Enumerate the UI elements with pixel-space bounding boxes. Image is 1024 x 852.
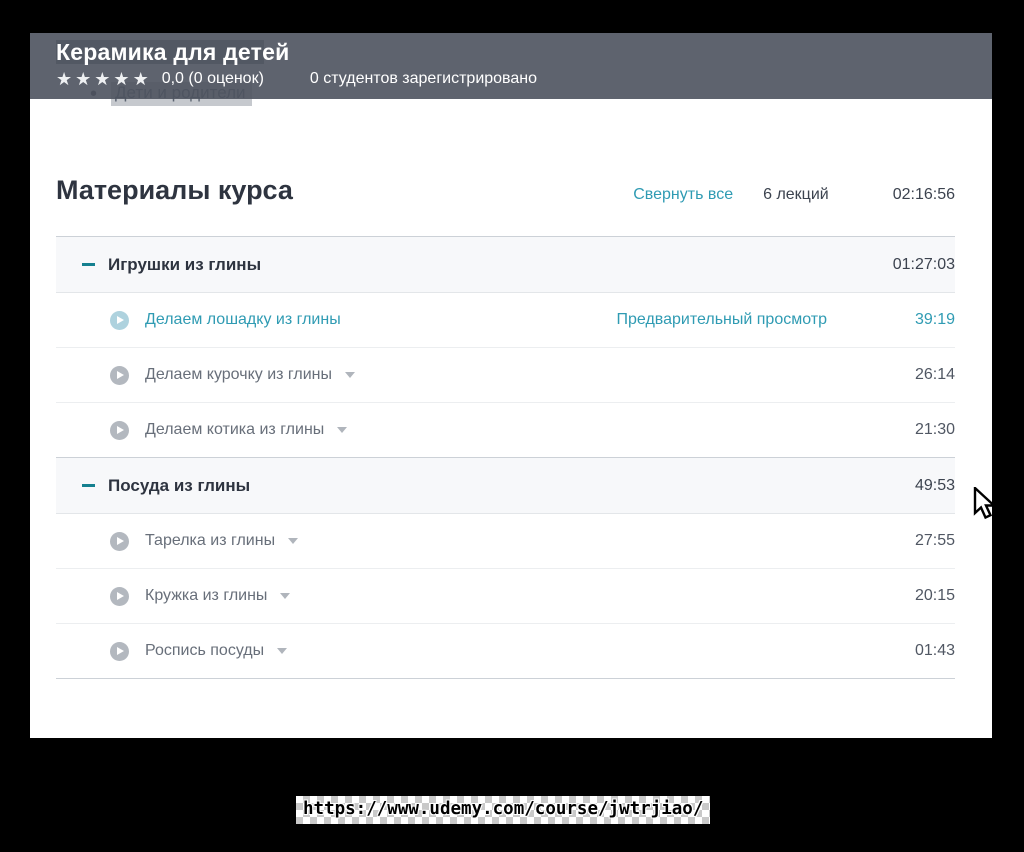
chevron-down-icon[interactable]	[288, 538, 298, 544]
lecture-row[interactable]: Тарелка из глины 27:55	[56, 513, 955, 568]
chevron-down-icon[interactable]	[345, 372, 355, 378]
play-icon	[110, 587, 129, 606]
play-icon	[110, 642, 129, 661]
lecture-duration: 20:15	[827, 587, 955, 605]
star-icon: ★	[94, 69, 113, 89]
star-icon: ★	[113, 69, 132, 89]
star-icon: ★	[56, 69, 75, 89]
lecture-title[interactable]: Делаем лошадку из глины	[145, 311, 341, 329]
students-count: 0 студентов зарегистрировано	[310, 70, 537, 88]
lecture-row[interactable]: Роспись посуды 01:43	[56, 623, 955, 678]
curriculum-meta-row: Свернуть все 6 лекций 02:16:56	[633, 186, 955, 204]
lecture-row[interactable]: Кружка из глины 20:15	[56, 568, 955, 623]
star-rating: ★★★★★	[56, 68, 152, 90]
section-duration: 49:53	[915, 477, 955, 495]
lecture-row[interactable]: Делаем курочку из глины 26:14	[56, 347, 955, 402]
play-icon	[110, 366, 129, 385]
chevron-down-icon[interactable]	[280, 593, 290, 599]
page-title: Материалы курса	[56, 175, 293, 206]
rating-text: 0,0 (0 оценок)	[162, 70, 264, 88]
lecture-duration: 21:30	[827, 421, 955, 439]
section-row[interactable]: Игрушки из глины 01:27:03	[56, 236, 955, 292]
total-length: 02:16:56	[893, 186, 955, 204]
lecture-duration: 27:55	[827, 532, 955, 550]
lecture-title[interactable]: Кружка из глины	[145, 587, 267, 605]
section-duration: 01:27:03	[893, 256, 955, 274]
lecture-title[interactable]: Делаем котика из глины	[145, 421, 324, 439]
section-title: Посуда из глины	[108, 476, 250, 496]
star-icon: ★	[75, 69, 94, 89]
play-icon	[110, 421, 129, 440]
screen: • Дети и родители Керамика для детей ★★★…	[0, 0, 1024, 852]
header-meta: ★★★★★ 0,0 (0 оценок) 0 студентов зарегис…	[56, 68, 992, 90]
course-sections-panel: Игрушки из глины 01:27:03 Делаем лошадку…	[56, 236, 955, 679]
lecture-row[interactable]: Делаем лошадку из глины Предварительный …	[56, 292, 955, 347]
course-header-bar: Керамика для детей ★★★★★ 0,0 (0 оценок) …	[30, 33, 992, 99]
star-icon: ★	[133, 69, 152, 89]
section-row[interactable]: Посуда из глины 49:53	[56, 457, 955, 513]
lecture-duration: 01:43	[827, 642, 955, 660]
play-icon	[110, 311, 129, 330]
lecture-row[interactable]: Делаем котика из глины 21:30	[56, 402, 955, 457]
lecture-duration: 39:19	[827, 311, 955, 329]
section-title: Игрушки из глины	[108, 255, 261, 275]
lecture-title[interactable]: Роспись посуды	[145, 642, 264, 660]
course-page: • Дети и родители Керамика для детей ★★★…	[30, 33, 992, 738]
lecture-preview-link[interactable]: Предварительный просмотр	[617, 311, 827, 329]
lecture-count: 6 лекций	[763, 186, 829, 204]
url-overlay: https://www.udemy.com/course/jwtrjiao/	[296, 796, 710, 824]
chevron-down-icon[interactable]	[277, 648, 287, 654]
mouse-cursor	[972, 487, 1000, 525]
play-icon	[110, 532, 129, 551]
course-title: Керамика для детей	[56, 38, 992, 67]
collapse-minus-icon[interactable]	[82, 263, 95, 266]
collapse-minus-icon[interactable]	[82, 484, 95, 487]
lecture-duration: 26:14	[827, 366, 955, 384]
collapse-all-link[interactable]: Свернуть все	[633, 186, 733, 204]
lecture-title[interactable]: Делаем курочку из глины	[145, 366, 332, 384]
chevron-down-icon[interactable]	[337, 427, 347, 433]
lecture-title[interactable]: Тарелка из глины	[145, 532, 275, 550]
